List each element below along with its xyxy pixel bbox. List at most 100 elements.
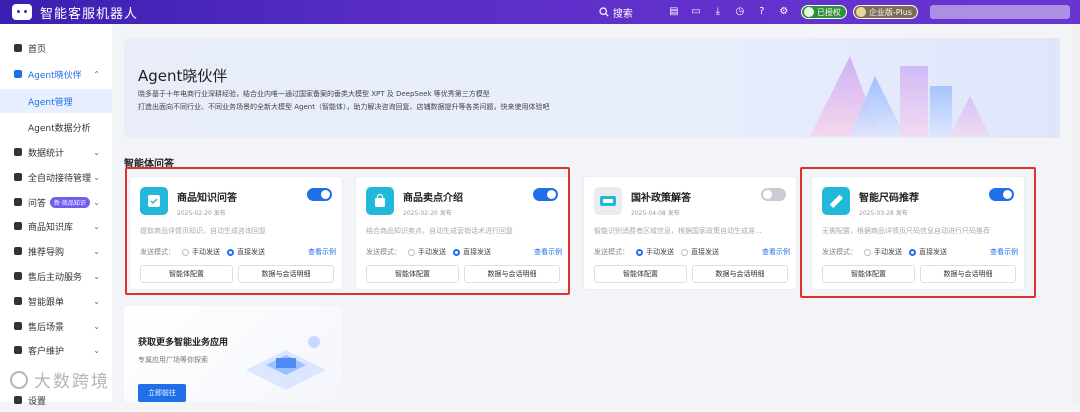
app-title: 智能客服机器人 bbox=[40, 6, 139, 22]
home-icon bbox=[14, 44, 22, 52]
direct-send-radio[interactable] bbox=[681, 248, 688, 256]
follow-icon bbox=[14, 297, 22, 305]
sidebar-item-label: 智能跟单 bbox=[28, 297, 65, 308]
agent-banner: Agent晓伙伴 晓多基于十年电商行业深耕经验，结合业内唯一通过国家备案的垂类大… bbox=[124, 38, 1060, 138]
sidebar-item-label: 商品知识库 bbox=[28, 222, 74, 233]
sidebar-item-aftersale-scene[interactable]: 售后场景 ⌄ bbox=[0, 314, 112, 338]
auth-badge[interactable]: 已授权 bbox=[800, 5, 847, 19]
settings-icon[interactable]: ⚙ bbox=[779, 7, 789, 17]
customer-icon bbox=[14, 346, 22, 354]
screen-icon[interactable]: ▭ bbox=[691, 7, 701, 17]
settings-icon bbox=[14, 396, 22, 404]
sidebar-item-label: 售后主动服务 bbox=[28, 272, 83, 283]
watermark: 大数跨境 bbox=[10, 367, 110, 392]
auth-badge-label: 已授权 bbox=[816, 7, 841, 17]
sidebar: 首页 Agent晓伙伴 ⌃ Agent管理 Agent数据分析 数据统计 ⌄ 全自动… bbox=[0, 24, 112, 407]
agent-config-button[interactable]: 智能体配置 bbox=[594, 265, 687, 283]
sidebar-item-customer[interactable]: 客户维护 ⌄ bbox=[0, 338, 112, 362]
sidebar-item-label: 全自动接待管理 bbox=[28, 173, 92, 184]
chevron-down-icon: ⌄ bbox=[93, 246, 100, 256]
top-bar: 智能客服机器人 搜索 ▤ ▭ ⤓ ◷ ? ⚙ 已授权 企业版-Plus bbox=[0, 0, 1080, 24]
sidebar-item-agent-analytics[interactable]: Agent数据分析 bbox=[0, 115, 112, 139]
promo-title: 获取更多智能业务应用 bbox=[138, 338, 229, 348]
sidebar-item-recommend[interactable]: 推荐导购 ⌄ bbox=[0, 239, 112, 263]
auth-badge-icon bbox=[803, 7, 814, 17]
promo-card: 获取更多智能业务应用 专属应用广场等你探索 立即前往 bbox=[124, 306, 342, 402]
sidebar-item-label: Agent管理 bbox=[28, 97, 73, 108]
data-details-button[interactable]: 数据与会话明细 bbox=[692, 265, 788, 283]
sidebar-item-label: 客户维护 bbox=[28, 346, 65, 357]
promo-illustration bbox=[246, 336, 326, 390]
agent-icon bbox=[14, 70, 22, 78]
card-title: 国补政策解答 bbox=[631, 193, 691, 204]
sidebar-item-label: 售后场景 bbox=[28, 322, 65, 333]
highlight-box-right bbox=[800, 167, 1036, 298]
recommend-icon bbox=[14, 247, 22, 255]
card-description: 智能识别消费者区域信息，根据国家政策自动生成准... bbox=[594, 227, 762, 235]
plan-badge[interactable]: 企业版-Plus bbox=[852, 5, 918, 19]
chevron-down-icon: ⌄ bbox=[93, 147, 100, 157]
sidebar-item-label: 首页 bbox=[28, 44, 47, 55]
banner-description-1: 晓多基于十年电商行业深耕经验，结合业内唯一通过国家备案的垂类大模型 XPT 及 … bbox=[138, 90, 490, 98]
service-icon bbox=[14, 272, 22, 280]
enable-toggle[interactable] bbox=[761, 188, 786, 201]
chevron-down-icon: ⌄ bbox=[93, 321, 100, 331]
chevron-down-icon: ⌄ bbox=[93, 197, 100, 207]
sidebar-item-follow[interactable]: 智能跟单 ⌄ bbox=[0, 289, 112, 313]
view-example-link[interactable]: 查看示例 bbox=[762, 247, 790, 257]
sidebar-item-label: 设置 bbox=[28, 396, 47, 407]
sidebar-item-label: 问答 bbox=[28, 198, 47, 209]
plan-badge-icon bbox=[855, 7, 866, 17]
search-label: 搜索 bbox=[612, 8, 633, 20]
watermark-text: 大数跨境 bbox=[34, 372, 110, 392]
agent-card-subsidy-policy[interactable]: 国补政策解答 2025-04-08 发布 智能识别消费者区域信息，根据国家政策自… bbox=[583, 176, 797, 290]
sidebar-item-label: Agent数据分析 bbox=[28, 123, 91, 134]
new-tag-badge: 新·商品知识 bbox=[50, 196, 90, 208]
manual-send-label: 手动发送 bbox=[646, 248, 674, 256]
highlight-box-left bbox=[125, 167, 570, 295]
chart-icon bbox=[14, 148, 22, 156]
sidebar-item-qa[interactable]: 问答 新·商品知识 ⌄ bbox=[0, 190, 112, 214]
sidebar-item-agent-manage[interactable]: Agent管理 bbox=[0, 89, 112, 113]
qa-icon bbox=[14, 198, 22, 206]
chevron-up-icon: ⌃ bbox=[93, 69, 100, 79]
chevron-down-icon: ⌄ bbox=[93, 345, 100, 355]
manual-send-radio[interactable] bbox=[636, 248, 643, 256]
chevron-down-icon: ⌄ bbox=[93, 271, 100, 281]
plan-badge-label: 企业版-Plus bbox=[868, 7, 912, 17]
download-icon[interactable]: ⤓ bbox=[713, 7, 723, 17]
direct-send-label: 直接发送 bbox=[691, 248, 719, 256]
search-icon bbox=[599, 7, 609, 17]
go-now-button[interactable]: 立即前往 bbox=[138, 384, 186, 402]
help-icon[interactable]: ? bbox=[757, 7, 767, 17]
send-mode-group: 发送模式： 手动发送 直接发送 查看示例 bbox=[594, 247, 790, 257]
sidebar-item-stats[interactable]: 数据统计 ⌄ bbox=[0, 140, 112, 164]
chevron-down-icon: ⌄ bbox=[93, 172, 100, 182]
sidebar-item-auto-reception[interactable]: 全自动接待管理 ⌄ bbox=[0, 165, 112, 189]
page-scrollbar[interactable] bbox=[1072, 24, 1080, 402]
sidebar-item-aftersale-service[interactable]: 售后主动服务 ⌄ bbox=[0, 264, 112, 288]
banner-description-2: 打造出面向不同行业、不同业务场景的全新大模型 Agent（智能体），助力解决咨询… bbox=[138, 103, 550, 111]
banner-title: Agent晓伙伴 bbox=[138, 67, 228, 85]
sidebar-item-label: Agent晓伙伴 bbox=[28, 70, 82, 81]
document-icon[interactable]: ▤ bbox=[669, 7, 679, 17]
sidebar-item-knowledge[interactable]: 商品知识库 ⌄ bbox=[0, 214, 112, 238]
user-account-blurred[interactable] bbox=[930, 5, 1070, 19]
ticket-icon bbox=[594, 187, 622, 215]
sidebar-item-label: 数据统计 bbox=[28, 148, 65, 159]
sidebar-item-home[interactable]: 首页 bbox=[0, 36, 112, 60]
search-button[interactable]: 搜索 bbox=[599, 5, 633, 20]
promo-subtitle: 专属应用广场等你探索 bbox=[138, 356, 208, 364]
chevron-down-icon: ⌄ bbox=[93, 296, 100, 306]
chevron-down-icon: ⌄ bbox=[93, 221, 100, 231]
sidebar-item-agent[interactable]: Agent晓伙伴 ⌃ bbox=[0, 62, 112, 86]
scene-icon bbox=[14, 322, 22, 330]
sidebar-item-label: 推荐导购 bbox=[28, 247, 65, 258]
robot-icon bbox=[12, 4, 32, 20]
clock-icon[interactable]: ◷ bbox=[735, 7, 745, 17]
book-icon bbox=[14, 222, 22, 230]
app-logo[interactable]: 智能客服机器人 bbox=[12, 3, 138, 22]
card-date: 2025-04-08 发布 bbox=[631, 210, 680, 217]
auto-icon bbox=[14, 173, 22, 181]
send-mode-label: 发送模式： bbox=[594, 248, 629, 256]
